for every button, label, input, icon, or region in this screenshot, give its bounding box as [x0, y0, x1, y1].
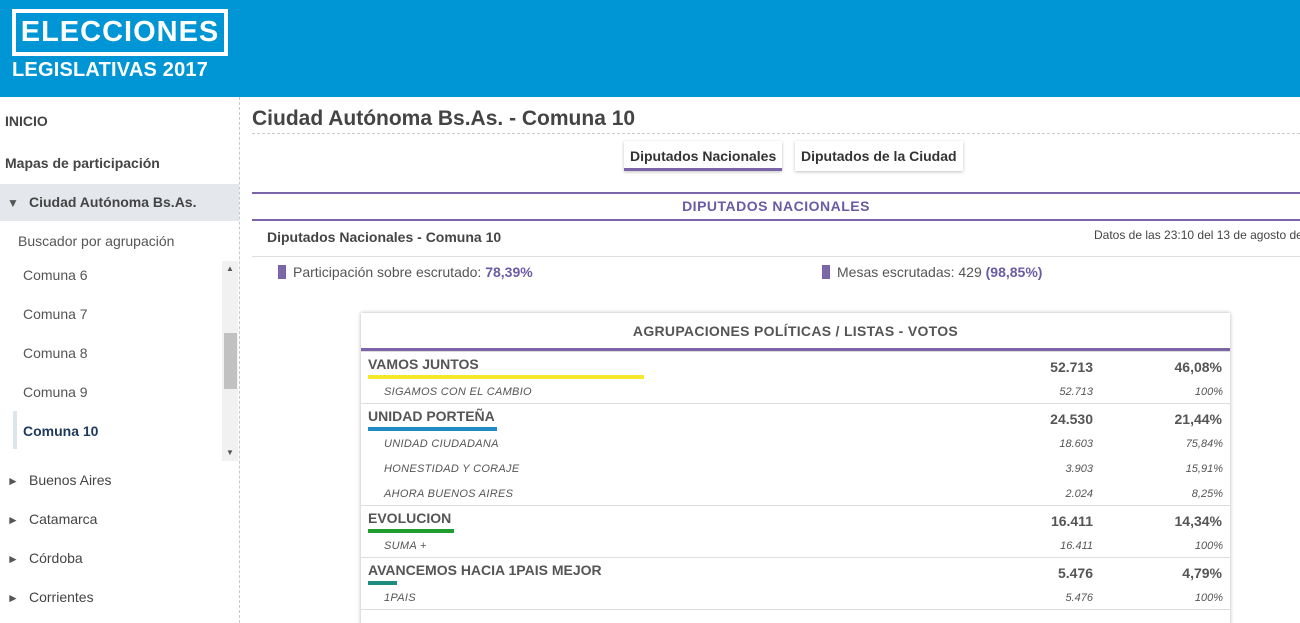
list-name: HONESTIDAD Y CORAJE: [384, 463, 520, 475]
party-share-bar: [368, 427, 497, 431]
list-votes: 5.476: [1065, 592, 1093, 604]
mesas-stat: Mesas escrutadas: 429 (98,85%): [822, 264, 1042, 280]
nav-mapas-participacion[interactable]: Mapas de participación: [5, 155, 244, 171]
list-votes: 18.603: [1059, 438, 1093, 450]
party-row-divider: [361, 557, 1230, 558]
sidebar-item-comuna-10[interactable]: Comuna 10: [23, 423, 98, 439]
list-percent: 8,25%: [1191, 488, 1223, 500]
results-table: AGRUPACIONES POLÍTICAS / LISTAS - VOTOS …: [361, 313, 1230, 623]
triangle-right-icon: ►: [7, 513, 19, 527]
party-name[interactable]: AVANCEMOS HACIA 1PAIS MEJOR: [368, 562, 602, 578]
elecciones-logo[interactable]: ELECCIONES LEGISLATIVAS 2017: [12, 9, 228, 82]
list-name: UNIDAD CIUDADANA: [384, 438, 499, 450]
province-label: Corrientes: [29, 589, 94, 605]
party-percent: 4,79%: [1182, 565, 1222, 581]
tab-diputados-nacionales[interactable]: Diputados Nacionales: [624, 141, 783, 171]
list-percent: 75,84%: [1185, 438, 1223, 450]
mesas-label: Mesas escrutadas: 429: [837, 264, 982, 280]
party-votes: 5.476: [1057, 565, 1093, 581]
list-name: AHORA BUENOS AIRES: [384, 488, 514, 500]
mesas-value: (98,85%): [985, 264, 1043, 280]
square-bullet-icon: [278, 265, 286, 279]
data-timestamp: Datos de las 23:10 del 13 de agosto de: [1094, 228, 1300, 242]
list-votes: 52.713: [1059, 386, 1093, 398]
sidebar-item-comuna-7[interactable]: Comuna 7: [23, 306, 88, 322]
list-votes: 2.024: [1065, 488, 1093, 500]
top-banner: ELECCIONES LEGISLATIVAS 2017: [0, 0, 1300, 97]
province-label: Buenos Aires: [29, 472, 112, 488]
participation-stat: Participación sobre escrutado: 78,39%: [278, 264, 533, 280]
list-name: SUMA +: [384, 540, 427, 552]
list-percent: 15,91%: [1185, 463, 1223, 475]
party-name[interactable]: EVOLUCION: [368, 510, 451, 526]
party-votes: 52.713: [1050, 359, 1093, 375]
list-percent: 100%: [1194, 386, 1223, 398]
list-votes: 3.903: [1065, 463, 1093, 475]
triangle-right-icon: ►: [7, 591, 19, 605]
active-indicator: [13, 411, 17, 449]
square-bullet-icon: [822, 265, 830, 279]
party-votes: 24.530: [1050, 411, 1093, 427]
participation-value: 78,39%: [485, 264, 533, 280]
triangle-down-icon: ▼: [7, 196, 19, 210]
scroll-down-arrow-icon[interactable]: ▼: [222, 445, 238, 461]
party-row-divider: [361, 351, 1230, 352]
list-name: SIGAMOS CON EL CAMBIO: [384, 386, 532, 398]
party-row-divider: [361, 505, 1230, 506]
party-row-divider: [361, 403, 1230, 404]
nav-buscador[interactable]: Buscador por agrupación: [18, 233, 257, 249]
party-share-bar: [368, 529, 454, 533]
title-divider: [252, 133, 1300, 134]
nav-current-district[interactable]: ▼ Ciudad Autónoma Bs.As.: [0, 184, 239, 221]
sidebar-item-buenos-aires[interactable]: ► Buenos Aires: [7, 472, 112, 488]
tab-diputados-ciudad[interactable]: Diputados de la Ciudad: [795, 141, 963, 171]
sidebar-item-comuna-6[interactable]: Comuna 6: [23, 267, 88, 283]
party-percent: 21,44%: [1174, 411, 1222, 427]
current-district-label: Ciudad Autónoma Bs.As.: [29, 194, 197, 210]
party-percent: 46,08%: [1174, 359, 1222, 375]
party-votes: 16.411: [1050, 513, 1093, 529]
sidebar: INICIO Mapas de participación ▼ Ciudad Au…: [0, 97, 240, 623]
party-percent: 14,34%: [1174, 513, 1222, 529]
section-header: DIPUTADOS NACIONALES: [252, 192, 1300, 221]
subtitle-divider: [252, 256, 1300, 257]
nav-inicio[interactable]: INICIO: [5, 113, 244, 129]
province-label: Catamarca: [29, 511, 98, 527]
party-name[interactable]: VAMOS JUNTOS: [368, 356, 479, 372]
main-content: Ciudad Autónoma Bs.As. - Comuna 10 Diput…: [240, 97, 1300, 623]
results-subtitle: Diputados Nacionales - Comuna 10: [267, 229, 502, 245]
sidebar-item-catamarca[interactable]: ► Catamarca: [7, 511, 97, 527]
scroll-up-arrow-icon[interactable]: ▲: [222, 261, 238, 277]
participation-label: Participación sobre escrutado:: [293, 264, 482, 280]
logo-line-2: LEGISLATIVAS 2017: [12, 59, 209, 81]
triangle-right-icon: ►: [7, 552, 19, 566]
party-name[interactable]: UNIDAD PORTEÑA: [368, 408, 495, 424]
party-row-divider: [361, 609, 1230, 610]
party-share-bar: [368, 375, 644, 379]
page-title: Ciudad Autónoma Bs.As. - Comuna 10: [252, 107, 636, 130]
sidebar-item-comuna-9[interactable]: Comuna 9: [23, 384, 88, 400]
scrollbar-thumb[interactable]: [224, 333, 237, 389]
list-percent: 100%: [1194, 540, 1223, 552]
sidebar-item-cordoba[interactable]: ► Córdoba: [7, 550, 83, 566]
logo-line-1: ELECCIONES: [12, 9, 228, 56]
triangle-right-icon: ►: [7, 474, 19, 488]
list-name: 1PAIS: [384, 592, 416, 604]
sidebar-item-comuna-8[interactable]: Comuna 8: [23, 345, 88, 361]
results-table-header: AGRUPACIONES POLÍTICAS / LISTAS - VOTOS: [632, 323, 959, 339]
province-label: Córdoba: [29, 550, 83, 566]
list-percent: 100%: [1194, 592, 1223, 604]
list-votes: 16.411: [1060, 540, 1093, 552]
sidebar-item-corrientes[interactable]: ► Corrientes: [7, 589, 94, 605]
party-share-bar: [368, 581, 397, 585]
